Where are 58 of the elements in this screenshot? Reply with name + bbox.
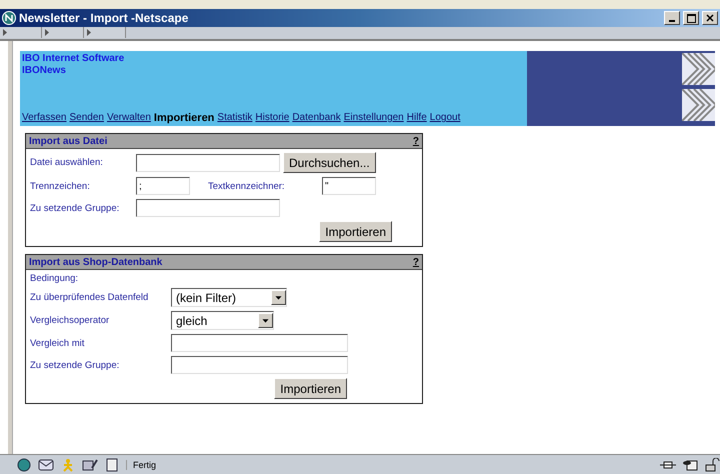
nav-link[interactable]: Senden [69,112,104,124]
field-label: Textkennzeichner: [207,180,286,192]
field-label: Vergleichsoperator [30,315,110,326]
help-link[interactable]: ? [412,136,419,146]
triangle-icon [45,29,49,36]
import-button[interactable]: Importieren [274,378,347,399]
data-field-select[interactable]: (kein Filter) [171,288,287,307]
nav-link[interactable]: Logout [430,112,460,124]
mail-icon[interactable] [38,458,54,472]
notebook-icon[interactable] [104,458,120,472]
close-button[interactable] [702,11,718,25]
field-label: Trennzeichen: [30,180,91,192]
minimize-button[interactable] [664,11,680,25]
status-text: Fertig [126,460,623,470]
file-input-field[interactable] [136,154,280,172]
field-label: Zu setzende Gruppe: [30,360,120,370]
padlock-icon[interactable] [704,458,720,472]
pattern-tile-icon [682,53,715,85]
panel-title: Import aus Datei [29,136,108,146]
help-link[interactable]: ? [412,256,419,268]
browse-button[interactable]: Durchsuchen... [283,152,376,173]
composer-icon[interactable] [82,458,98,472]
nav-link[interactable]: Importieren [154,112,214,124]
nav-link[interactable]: Einstellungen [344,112,404,124]
company-name: IBO Internet Software [22,53,126,65]
triangle-icon [3,29,7,36]
field-label: Zu überprüfendes Datenfeld [30,292,150,303]
panel-title: Import aus Shop-Datenbank [29,256,162,268]
close-icon [706,14,714,22]
eye-card-icon[interactable] [682,458,698,472]
field-label: Zu setzende Gruppe: [30,202,120,214]
field-label: Vergleich mit [30,338,86,348]
nav-link[interactable]: Statistik [217,112,252,124]
toolbar-tab[interactable] [42,27,84,38]
nav-link[interactable]: Verfassen [22,112,66,124]
quote-char-field[interactable]: " [322,177,376,195]
product-name: IBONews [22,65,67,77]
window-title: Newsletter - Import -Netscape [19,11,188,25]
operator-select[interactable]: gleich [171,311,274,330]
nav-link[interactable]: Datenbank [292,112,341,124]
triangle-icon [87,29,91,36]
group-field[interactable] [171,356,348,374]
maximize-icon [686,14,696,22]
nav-link[interactable]: Hilfe [406,112,427,124]
condition-label: Bedingung: [30,273,80,284]
compare-field[interactable] [171,334,348,352]
field-label: Datei auswählen: [30,157,104,168]
toolbar-tab[interactable] [84,27,126,38]
separator-field[interactable]: ; [136,177,190,195]
nav-link[interactable]: Historie [255,112,290,124]
pattern-tile-icon [682,89,715,121]
import-button[interactable]: Importieren [319,221,392,242]
nav-link[interactable]: Verwalten [106,112,151,124]
navigator-icon[interactable] [16,458,32,472]
netscape-logo-icon [2,11,16,25]
toolbar-tab[interactable] [0,27,42,38]
maximize-button[interactable] [683,11,699,25]
group-field[interactable] [136,199,280,217]
